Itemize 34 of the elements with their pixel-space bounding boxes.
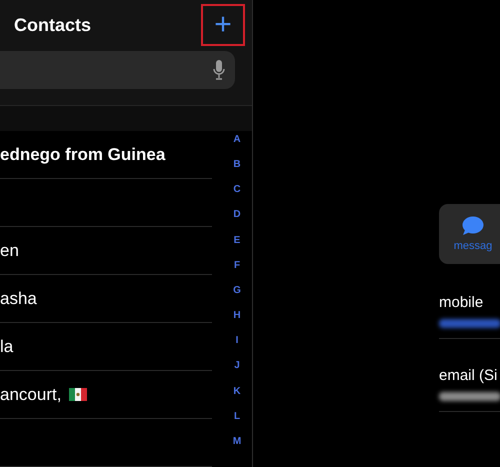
index-letter[interactable]: J — [234, 360, 240, 372]
contact-row[interactable]: ednego from Guinea — [0, 131, 212, 179]
index-letter[interactable]: D — [233, 209, 241, 220]
add-contact-button[interactable]: + — [201, 4, 245, 46]
search-field[interactable] — [0, 50, 235, 89]
index-letter[interactable]: I — [236, 335, 238, 346]
index-letter[interactable]: A — [233, 134, 241, 145]
field-label: email (Si — [439, 367, 498, 384]
screen-title: Contacts — [14, 14, 92, 36]
contact-row[interactable]: asha — [0, 275, 212, 323]
message-button[interactable]: messag — [439, 204, 500, 264]
index-letter[interactable]: L — [234, 410, 240, 422]
index-letter[interactable]: F — [234, 260, 240, 271]
redacted-value — [439, 392, 500, 401]
index-letter[interactable]: B — [233, 159, 241, 170]
index-letter[interactable]: K — [233, 386, 241, 397]
index-letter[interactable]: H — [233, 310, 241, 322]
index-letter[interactable]: E — [234, 234, 240, 246]
contact-name: ancourt, — [0, 384, 62, 404]
speech-bubble-icon — [462, 216, 484, 236]
contact-name: la — [0, 336, 14, 356]
index-letter[interactable]: G — [233, 284, 241, 296]
index-letter[interactable]: C — [233, 184, 241, 196]
contact-name: en — [0, 240, 19, 260]
contact-row[interactable]: en — [0, 227, 212, 275]
contact-row[interactable]: ancourt, — [0, 371, 212, 419]
contact-row[interactable]: la — [0, 323, 212, 371]
index-letter[interactable]: M — [232, 436, 242, 447]
contact-name: asha — [0, 288, 37, 308]
field-label: mobile — [439, 294, 484, 311]
microphone-icon[interactable] — [213, 60, 225, 80]
flag-icon — [69, 388, 88, 401]
redacted-value — [439, 319, 500, 328]
contact-name: ednego from Guinea — [0, 144, 166, 164]
